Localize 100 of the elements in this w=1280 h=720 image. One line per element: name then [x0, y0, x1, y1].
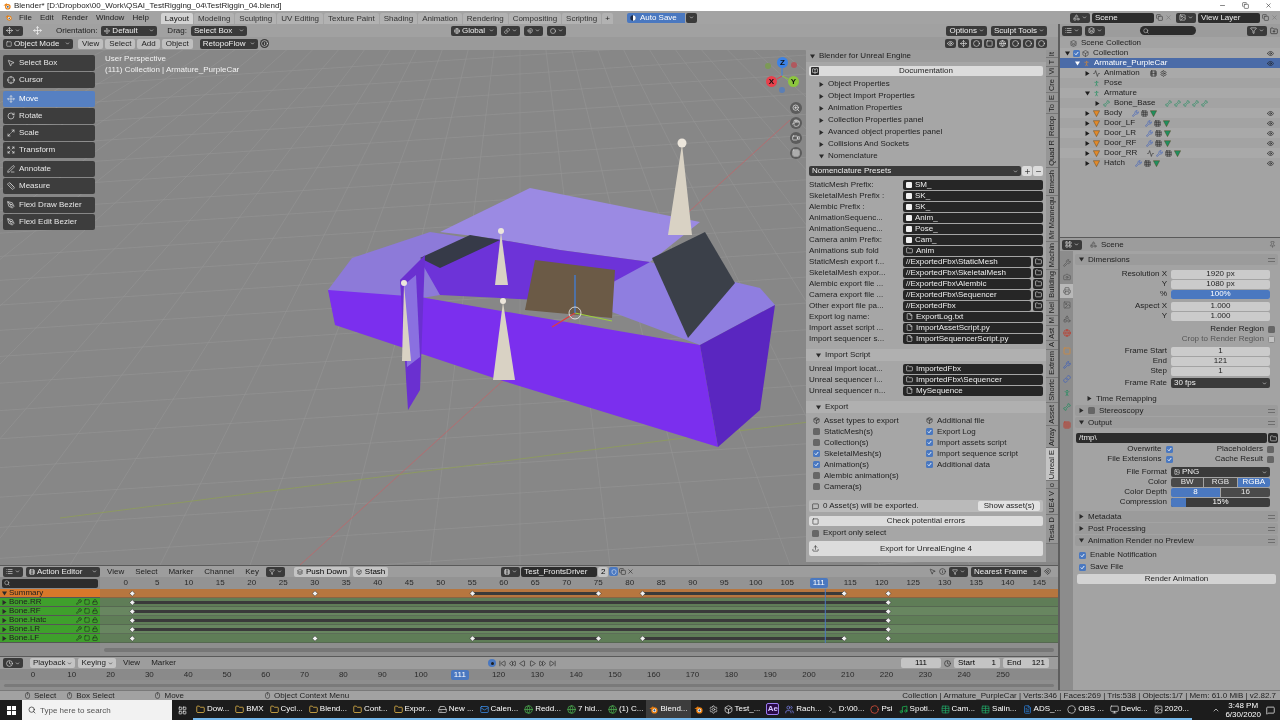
- taskbar-app[interactable]: Calen...: [476, 700, 522, 720]
- disclosure-icon[interactable]: [1075, 60, 1080, 66]
- taskbar-app[interactable]: Ae: [763, 700, 783, 720]
- end-frame-field[interactable]: End 121: [1003, 658, 1049, 668]
- drag-handle-icon[interactable]: [1268, 420, 1275, 425]
- axis-label[interactable]: Y: [788, 76, 799, 87]
- taskbar-app[interactable]: Dow...: [193, 700, 233, 720]
- taskbar-app[interactable]: Psi: [867, 700, 896, 720]
- wrench-icon[interactable]: [76, 608, 82, 614]
- number-field[interactable]: 1920 px: [1171, 269, 1270, 279]
- disclosure-icon[interactable]: [1079, 420, 1084, 425]
- skip-back-icon[interactable]: [499, 659, 507, 667]
- panel-header[interactable]: Animation Render no Preview: [1075, 535, 1278, 546]
- taskbar-app[interactable]: Salin...: [978, 700, 1020, 720]
- folder-icon[interactable]: [1033, 267, 1043, 278]
- lock-icon[interactable]: [92, 626, 98, 632]
- taskbar-app[interactable]: Redd...: [521, 700, 564, 720]
- number-field[interactable]: 1: [1171, 366, 1270, 376]
- disclosure-icon[interactable]: [2, 617, 7, 623]
- disclosure-icon[interactable]: [1079, 526, 1084, 531]
- outliner-row[interactable]: Collection: [1060, 48, 1280, 58]
- tool-button[interactable]: Move: [3, 91, 95, 107]
- menu-item[interactable]: Channel: [200, 567, 239, 576]
- disclosure-icon[interactable]: [1079, 514, 1084, 519]
- close-icon[interactable]: [627, 568, 635, 575]
- workspace-tab[interactable]: Rendering: [462, 13, 508, 24]
- workspace-tab[interactable]: Shading: [379, 13, 418, 24]
- editor-type-button[interactable]: [3, 658, 23, 668]
- current-frame-field[interactable]: 111: [901, 658, 941, 668]
- outliner-row[interactable]: Armature: [1060, 88, 1280, 98]
- disclosure-icon[interactable]: [1085, 140, 1090, 146]
- disclosure-icon[interactable]: [1085, 90, 1090, 96]
- subpanel-header[interactable]: Collisions And Sockets: [809, 138, 1043, 150]
- checkbox[interactable]: [1165, 455, 1173, 463]
- menu-button[interactable]: View: [78, 38, 104, 49]
- slider-field[interactable]: 15%: [1171, 497, 1270, 507]
- checkbox[interactable]: [1267, 455, 1274, 463]
- folder-icon[interactable]: [1033, 278, 1043, 289]
- number-field[interactable]: 1.000: [1171, 301, 1270, 311]
- menu-item[interactable]: Marker: [164, 567, 198, 576]
- wrench-icon[interactable]: [76, 617, 82, 623]
- browse-button[interactable]: [1070, 12, 1090, 23]
- workspace-tab[interactable]: Modeling: [193, 13, 235, 24]
- info-icon[interactable]: [259, 39, 269, 48]
- channel-row[interactable]: Bone.LF: [0, 634, 100, 643]
- mode-dropdown[interactable]: Object Mode: [3, 38, 73, 49]
- play-icon[interactable]: [529, 659, 537, 667]
- text-field[interactable]: Anim: [903, 245, 1043, 256]
- new-folder-icon[interactable]: [1270, 26, 1278, 35]
- text-field[interactable]: ImportedFbx: [903, 363, 1043, 374]
- video-camera-icon[interactable]: [790, 132, 802, 144]
- info-icon[interactable]: [939, 568, 946, 575]
- checkbox[interactable]: [1267, 445, 1274, 453]
- minimize-icon[interactable]: [1219, 2, 1226, 9]
- notification-icon[interactable]: [1266, 705, 1275, 715]
- folder-icon[interactable]: [1033, 289, 1043, 300]
- auto-save-toggle[interactable]: Auto Save: [626, 12, 685, 23]
- menu-item[interactable]: Help: [128, 13, 153, 22]
- pin-icon[interactable]: [1269, 241, 1276, 248]
- clock-icon[interactable]: [944, 659, 951, 667]
- menu-button[interactable]: Object: [161, 38, 193, 49]
- pointer-icon[interactable]: [929, 568, 936, 575]
- pivot-dropdown[interactable]: [500, 25, 520, 36]
- tool-button[interactable]: Flexi Edit Bezier: [3, 214, 95, 230]
- text-field[interactable]: ImportSequencerScript.py: [903, 333, 1043, 344]
- disclosure-icon[interactable]: [1085, 160, 1090, 166]
- properties-tab[interactable]: [1060, 284, 1073, 298]
- disclosure-icon[interactable]: [1079, 538, 1084, 543]
- checkbox[interactable]: [1088, 407, 1095, 414]
- taskbar-app[interactable]: Test_...: [720, 700, 764, 720]
- shield-icon[interactable]: [609, 567, 619, 576]
- transform-orientation-dropdown[interactable]: Global: [450, 25, 497, 36]
- add-workspace-button[interactable]: +: [602, 13, 613, 24]
- drag-handle-icon[interactable]: [1268, 257, 1275, 262]
- export-button[interactable]: Export for UnrealEngine 4: [809, 541, 1043, 556]
- wrench-icon[interactable]: [76, 626, 82, 632]
- editor-type-button[interactable]: [1062, 25, 1082, 36]
- number-field[interactable]: 1080 px: [1171, 279, 1270, 289]
- wrench-icon[interactable]: [76, 635, 82, 641]
- eye-icon[interactable]: [1267, 159, 1274, 167]
- search-field[interactable]: [2, 578, 98, 588]
- workspace-tab[interactable]: Scripting: [562, 13, 602, 24]
- wrench-icon[interactable]: [76, 599, 82, 605]
- render-animation-button[interactable]: Render Animation: [1077, 574, 1276, 584]
- disclosure-icon[interactable]: [1085, 130, 1090, 136]
- segment-option[interactable]: 8: [1171, 487, 1220, 497]
- documentation-button[interactable]: Documentation: [809, 66, 1043, 76]
- eye-icon[interactable]: [1267, 129, 1274, 137]
- properties-tab[interactable]: [1060, 256, 1073, 270]
- taskbar-app[interactable]: Rach...: [782, 700, 825, 720]
- taskbar-app[interactable]: Blend...: [646, 700, 691, 720]
- eye-icon[interactable]: [945, 39, 956, 48]
- lock-icon[interactable]: [92, 617, 98, 623]
- path-field[interactable]: //ExportedFbx\Sequencer: [903, 289, 1031, 300]
- taskbar-app[interactable]: BMX: [232, 700, 267, 720]
- path-field[interactable]: /tmp\: [1076, 433, 1267, 443]
- menu-item[interactable]: Select: [131, 567, 162, 576]
- browse-button[interactable]: [1176, 12, 1196, 23]
- subpanel-header[interactable]: Avanced object properties panel: [809, 126, 1043, 138]
- disclosure-icon[interactable]: [2, 599, 7, 605]
